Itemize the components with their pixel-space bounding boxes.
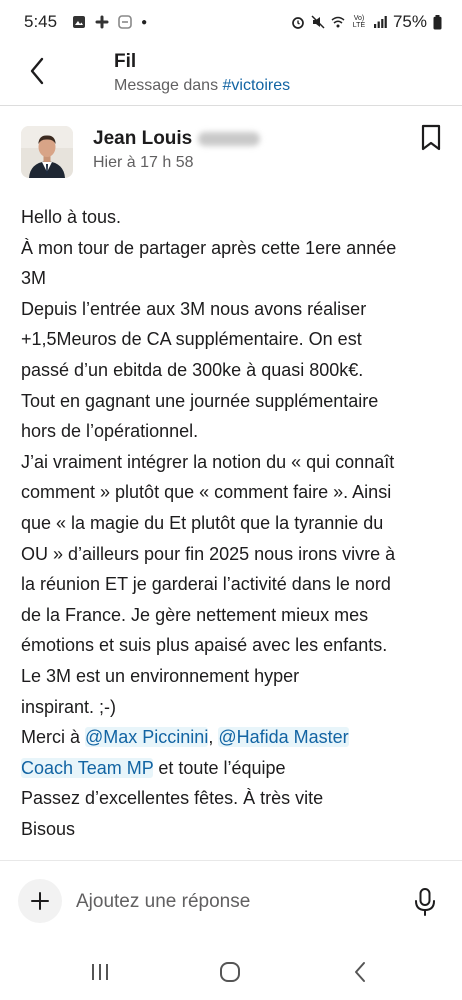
mention-hafida-part2[interactable]: Coach Team MP bbox=[21, 757, 154, 778]
avatar-image bbox=[21, 126, 73, 178]
nav-back-icon bbox=[355, 962, 365, 982]
battery-icon bbox=[433, 14, 442, 29]
message-line: Tout en gagnant une journée supplémentai… bbox=[21, 390, 379, 411]
thread-header: Fil Message dans #victoires bbox=[0, 44, 462, 106]
alarm-icon bbox=[292, 17, 304, 29]
signal-icon bbox=[373, 16, 387, 28]
recents-icon bbox=[92, 964, 108, 980]
message-line: 3M bbox=[21, 268, 47, 289]
network-label: Vo) LTE bbox=[352, 15, 366, 29]
reply-input[interactable] bbox=[76, 887, 376, 917]
sync-icon bbox=[118, 15, 132, 29]
subtitle-prefix: Message dans bbox=[114, 77, 223, 94]
back-button[interactable] bbox=[22, 54, 52, 88]
thanks-separator: , bbox=[208, 727, 219, 748]
message-line: J’ai vraiment intégrer la notion du « qu… bbox=[21, 451, 395, 472]
message-line: de la France. Je gère nettement mieux me… bbox=[21, 604, 369, 625]
chevron-left-icon bbox=[30, 57, 44, 85]
author-name[interactable]: Jean Louis bbox=[93, 128, 261, 150]
battery-text: 75% bbox=[392, 12, 427, 31]
message-line: hors de l’opérationnel. bbox=[21, 421, 199, 442]
message-line: inspirant. ;-) bbox=[21, 696, 117, 717]
message-line: émotions et suis plus apaisé avec les en… bbox=[21, 635, 388, 656]
bookmark-icon bbox=[421, 124, 441, 151]
message-line: passé d’un ebitda de 300ke à quasi 800k€… bbox=[21, 359, 364, 380]
system-nav-bar bbox=[0, 944, 462, 1000]
message-timestamp[interactable]: Hier à 17 h 58 bbox=[93, 154, 194, 172]
message-line: que « la magie du Et plutôt que la tyran… bbox=[21, 512, 384, 533]
message-line: +1,5Meuros de CA supplémentaire. On est bbox=[21, 329, 362, 350]
closing-line: Bisous bbox=[21, 818, 76, 839]
avatar[interactable] bbox=[21, 126, 73, 178]
page-title: Fil bbox=[114, 51, 137, 72]
status-left: 5:45 ● bbox=[24, 12, 147, 32]
mention-max-piccinini[interactable]: @Max Piccinini bbox=[85, 727, 209, 748]
thanks-suffix: et toute l’équipe bbox=[153, 757, 286, 778]
add-attachment-button[interactable] bbox=[18, 879, 62, 923]
thanks-line: Merci à @Max Piccinini, @Hafida Master bbox=[21, 722, 445, 753]
message-line: À mon tour de partager après cette 1ere … bbox=[21, 237, 397, 258]
author-name-text: Jean Louis bbox=[93, 128, 193, 149]
plus-icon bbox=[31, 892, 49, 910]
reply-composer bbox=[0, 861, 462, 941]
thanks-prefix: Merci à bbox=[21, 727, 86, 748]
microphone-icon bbox=[415, 888, 435, 916]
message-line: OU » d’ailleurs pour fin 2025 nous irons… bbox=[21, 543, 396, 564]
mute-icon bbox=[311, 15, 325, 29]
message-line: la réunion ET je garderai l’activité dan… bbox=[21, 574, 391, 595]
message-body: Hello à tous. À mon tour de partager apr… bbox=[21, 202, 445, 844]
closing-line: Passez d’excellentes fêtes. À très vite bbox=[21, 788, 324, 809]
message-line: Hello à tous. bbox=[21, 207, 122, 227]
mention-hafida-part1[interactable]: @Hafida Master bbox=[218, 727, 349, 748]
bookmark-button[interactable] bbox=[420, 124, 442, 152]
channel-link[interactable]: #victoires bbox=[223, 77, 291, 94]
header-subtitle: Message dans #victoires bbox=[114, 77, 290, 95]
message-line: comment » plutôt que « comment faire ». … bbox=[21, 482, 392, 503]
status-time: 5:45 bbox=[24, 12, 58, 31]
status-bar: 5:45 ● Vo) LTE 75% bbox=[0, 0, 462, 44]
slack-icon bbox=[95, 15, 109, 29]
nav-back-button[interactable] bbox=[344, 958, 376, 986]
message-line: Le 3M est un environnement hyper bbox=[21, 665, 300, 686]
gallery-icon bbox=[73, 16, 86, 28]
recents-button[interactable] bbox=[84, 958, 116, 986]
status-right: Vo) LTE 75% bbox=[291, 12, 442, 32]
microphone-button[interactable] bbox=[412, 887, 438, 917]
dot-icon: ● bbox=[141, 16, 148, 28]
home-icon bbox=[220, 962, 240, 982]
home-button[interactable] bbox=[214, 958, 246, 986]
message-line: Depuis l’entrée aux 3M nous avons réalis… bbox=[21, 298, 367, 319]
wifi-icon bbox=[331, 16, 345, 28]
thanks-line-2: Coach Team MP et toute l’équipe bbox=[21, 753, 445, 784]
blurred-surname bbox=[198, 131, 261, 146]
